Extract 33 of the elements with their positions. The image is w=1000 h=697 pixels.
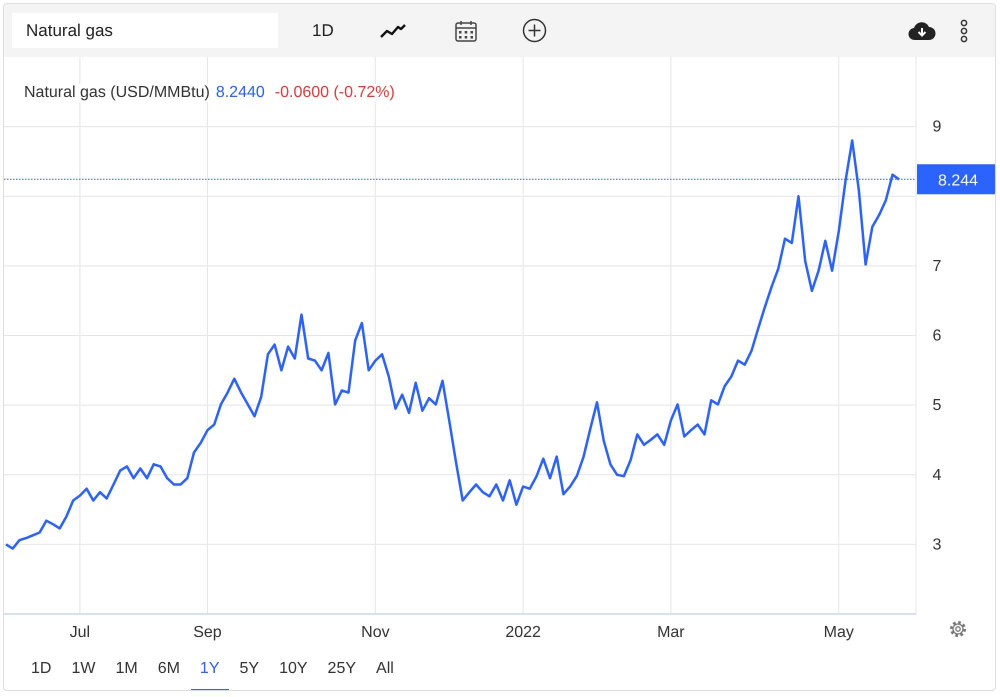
line-chart-icon[interactable]	[380, 22, 406, 38]
x-axis-label: Mar	[657, 624, 685, 641]
range-tab[interactable]: 1M	[106, 648, 147, 690]
add-icon[interactable]	[522, 18, 547, 43]
x-axis-label: Sep	[193, 624, 222, 641]
range-tab[interactable]: 1W	[62, 648, 104, 690]
calendar-icon[interactable]	[454, 18, 478, 42]
range-tab[interactable]: 10Y	[270, 648, 317, 690]
series-price: 8.2440	[216, 84, 265, 102]
series-change: -0.0600 (-0.72%)	[274, 84, 395, 102]
range-tab[interactable]: 25Y	[318, 648, 366, 690]
x-axis-label: May	[824, 624, 854, 641]
series-name: Natural gas (USD/MMBtu)	[24, 84, 210, 102]
x-axis-label: Jul	[70, 624, 90, 641]
x-axis-label: Nov	[361, 624, 390, 641]
search-field[interactable]: Natural gas	[12, 13, 278, 48]
range-tab[interactable]: 6M	[148, 648, 189, 690]
range-tab[interactable]: 1D	[22, 648, 60, 690]
range-tab[interactable]: 5Y	[230, 648, 268, 690]
y-axis-label: 4	[932, 466, 942, 484]
x-axis-label: 2022	[505, 624, 541, 641]
settings-icon[interactable]	[950, 621, 966, 637]
more-options-icon[interactable]	[960, 18, 968, 42]
range-tab[interactable]: 1Y	[190, 648, 228, 690]
y-axis-label: 6	[932, 328, 942, 344]
price-tag: 8.244	[917, 164, 995, 194]
y-axis-label: 5	[932, 397, 942, 414]
range-tab[interactable]: All	[367, 648, 403, 690]
y-axis-label: 3	[932, 536, 942, 554]
y-axis-label: 9	[932, 118, 942, 136]
interval-button[interactable]: 1D	[306, 16, 340, 44]
cloud-download-icon[interactable]	[908, 20, 936, 40]
y-axis-label: 7	[932, 258, 942, 275]
